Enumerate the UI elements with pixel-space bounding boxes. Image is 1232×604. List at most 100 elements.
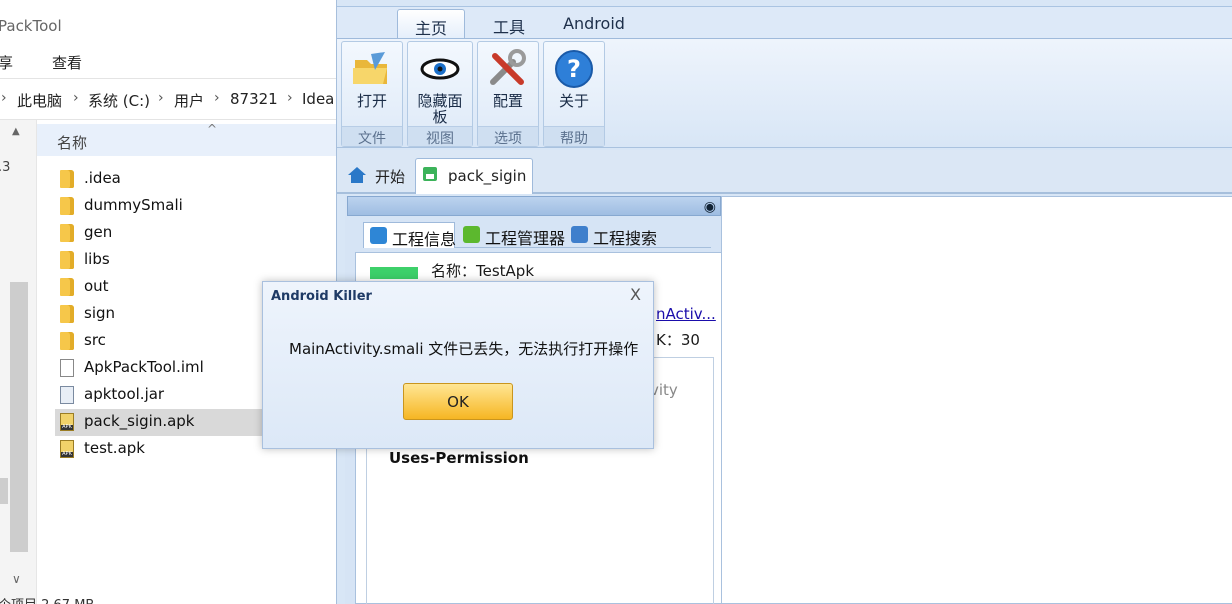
file-name: sign (84, 304, 116, 322)
app-name: 名称：TestApk (431, 262, 535, 280)
file-row[interactable]: dummySmali (55, 193, 336, 220)
address-bar[interactable]: › 此电脑 › 系统 (C:) › 用户 › 87321 › Idea (0, 78, 336, 120)
chevron-right-icon: › (158, 90, 164, 106)
ribbon-tabs: 主页 工具 Android (337, 7, 1232, 39)
file-row[interactable]: gen (55, 220, 336, 247)
search-icon (571, 226, 588, 243)
android-icon (463, 226, 480, 243)
breadcrumb-idea[interactable]: Idea (302, 90, 334, 108)
jar-file-icon (60, 386, 74, 404)
subtab-project-info-label: 工程信息 (392, 230, 457, 249)
document-icon (60, 359, 74, 377)
panel-header: ◉ (347, 196, 721, 216)
status-bar-text: 个项目 2.67 MB (0, 594, 94, 604)
apk-file-icon (60, 413, 74, 431)
group-options: 配置 选项 (477, 41, 539, 147)
apk-file-icon (60, 440, 74, 458)
group-label-options: 选项 (478, 126, 538, 147)
close-icon[interactable]: X (630, 285, 641, 304)
file-row[interactable]: .idea (55, 166, 336, 193)
folder-open-icon (353, 52, 387, 84)
tools-icon (490, 49, 526, 85)
doc-tab-start-label: 开始 (375, 168, 406, 186)
ribbon: 打开 文件 隐藏面板 视图 配置 选项 ? 关于 帮助 (337, 38, 1232, 148)
folder-icon (60, 197, 74, 215)
file-name: apktool.jar (84, 385, 165, 403)
subtab-project-manager[interactable]: 工程管理器 (457, 222, 566, 248)
group-label-help: 帮助 (544, 126, 604, 147)
doc-tab-start[interactable]: 开始 (343, 158, 413, 194)
subtab-project-manager-label: 工程管理器 (485, 229, 566, 248)
app-icon (370, 267, 418, 279)
file-name: libs (84, 250, 110, 268)
menu-view[interactable]: 查看 (52, 52, 82, 73)
group-label-file: 文件 (342, 126, 402, 147)
sdk-version: K：30 (656, 331, 700, 349)
eye-icon[interactable]: ◉ (704, 199, 716, 215)
dialog-title: Android Killer (271, 289, 372, 304)
file-name: test.apk (84, 439, 145, 457)
breadcrumb-system-c[interactable]: 系统 (C:) (88, 90, 150, 111)
uses-permission-heading: Uses-Permission (389, 449, 529, 467)
hide-panel-button[interactable]: 隐藏面板 (408, 42, 472, 128)
chevron-right-icon: › (287, 90, 293, 106)
folder-icon (60, 224, 74, 242)
editor-canvas[interactable] (721, 196, 1232, 604)
file-name: out (84, 277, 109, 295)
breadcrumb-users[interactable]: 用户 (174, 90, 204, 111)
chevron-right-icon: › (1, 90, 7, 106)
group-help: ? 关于 帮助 (543, 41, 605, 147)
nav-item-highlight (0, 478, 8, 504)
group-file: 打开 文件 (341, 41, 403, 147)
chevron-right-icon: › (73, 90, 79, 106)
breadcrumb-user[interactable]: 87321 (230, 90, 278, 108)
file-name: src (84, 331, 106, 349)
about-button[interactable]: ? 关于 (544, 42, 604, 128)
home-icon (348, 167, 366, 183)
android-project-icon (423, 167, 437, 181)
column-header-name[interactable]: 名称 ^ (37, 122, 336, 156)
about-label: 关于 (558, 92, 589, 110)
file-name: dummySmali (84, 196, 183, 214)
nav-item-partial: .3 (0, 160, 11, 175)
editor-area (721, 196, 1232, 604)
column-header-label: 名称 (57, 134, 88, 152)
config-label: 配置 (492, 92, 523, 110)
project-subtabs: 工程信息 工程管理器 工程搜索 (363, 222, 711, 249)
sort-up-icon: ^ (207, 122, 218, 136)
activity-text-partial: vity (650, 381, 678, 399)
group-label-view: 视图 (408, 126, 472, 147)
file-name: .idea (84, 169, 121, 187)
tab-home[interactable]: 主页 (397, 9, 465, 39)
main-activity-link[interactable]: nActiv... (656, 305, 716, 323)
open-button[interactable]: 打开 (342, 42, 402, 128)
error-dialog: Android Killer X MainActivity.smali 文件已丢… (262, 281, 654, 449)
svg-text:?: ? (567, 55, 581, 83)
tab-tools[interactable]: 工具 (477, 9, 541, 39)
scroll-up-icon[interactable]: ▲ (12, 126, 20, 137)
hide-panel-label: 隐藏面板 (417, 92, 463, 126)
scroll-down-icon[interactable]: ∨ (12, 572, 21, 586)
folder-icon (60, 305, 74, 323)
config-button[interactable]: 配置 (478, 42, 538, 128)
subtab-project-info[interactable]: 工程信息 (363, 222, 457, 249)
folder-icon (60, 170, 74, 188)
open-label: 打开 (356, 92, 387, 110)
breadcrumb-this-pc[interactable]: 此电脑 (17, 90, 62, 111)
ok-button[interactable]: OK (403, 383, 513, 420)
file-row[interactable]: libs (55, 247, 336, 274)
info-icon (370, 227, 387, 244)
subtab-project-search-label: 工程搜索 (593, 229, 658, 248)
help-icon: ? (555, 50, 593, 88)
folder-icon (60, 251, 74, 269)
tab-android[interactable]: Android (551, 9, 637, 39)
doc-tab-pack-sigin[interactable]: pack_sigin (415, 158, 533, 194)
explorer-title: PackTool (0, 17, 62, 35)
document-tabs: 开始 pack_sigin (337, 150, 1232, 194)
subtab-project-search[interactable]: 工程搜索 (565, 222, 657, 248)
menu-share[interactable]: 享 (0, 52, 13, 73)
nav-scrollbar-thumb[interactable] (10, 282, 28, 552)
file-name: pack_sigin.apk (84, 412, 195, 430)
doc-tab-pack-sigin-label: pack_sigin (448, 167, 527, 185)
eye-icon (420, 58, 460, 80)
